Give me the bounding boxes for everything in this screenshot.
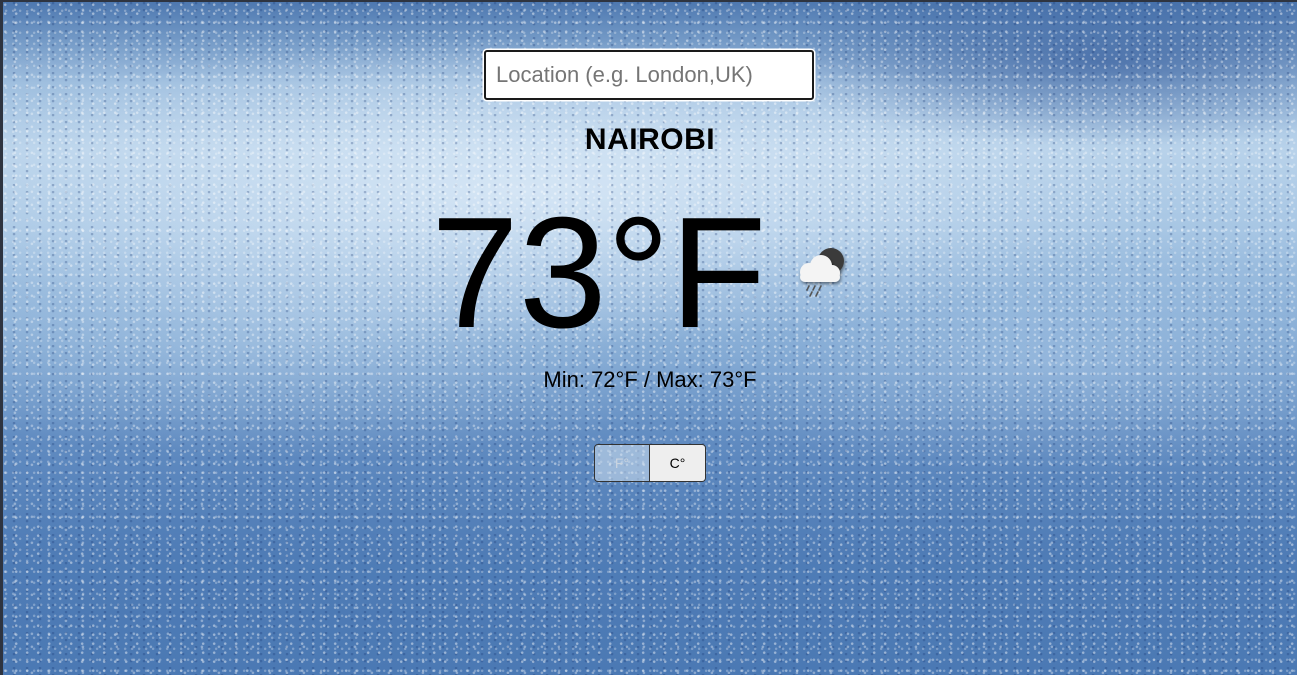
rain-background: NAIROBI 73°F Min: xyxy=(3,2,1297,675)
cloud-rain-night-icon xyxy=(800,248,844,297)
min-max-temperature: Min: 72°F / Max: 73°F xyxy=(543,367,757,392)
location-search-input[interactable] xyxy=(484,50,814,100)
temperature-row: 73°F xyxy=(3,188,1297,358)
unit-toggle: F° C° xyxy=(594,444,706,482)
fahrenheit-button[interactable]: F° xyxy=(595,445,650,481)
city-name: NAIROBI xyxy=(584,123,716,156)
current-temperature: 73°F xyxy=(431,185,767,361)
celsius-button[interactable]: C° xyxy=(650,445,705,481)
